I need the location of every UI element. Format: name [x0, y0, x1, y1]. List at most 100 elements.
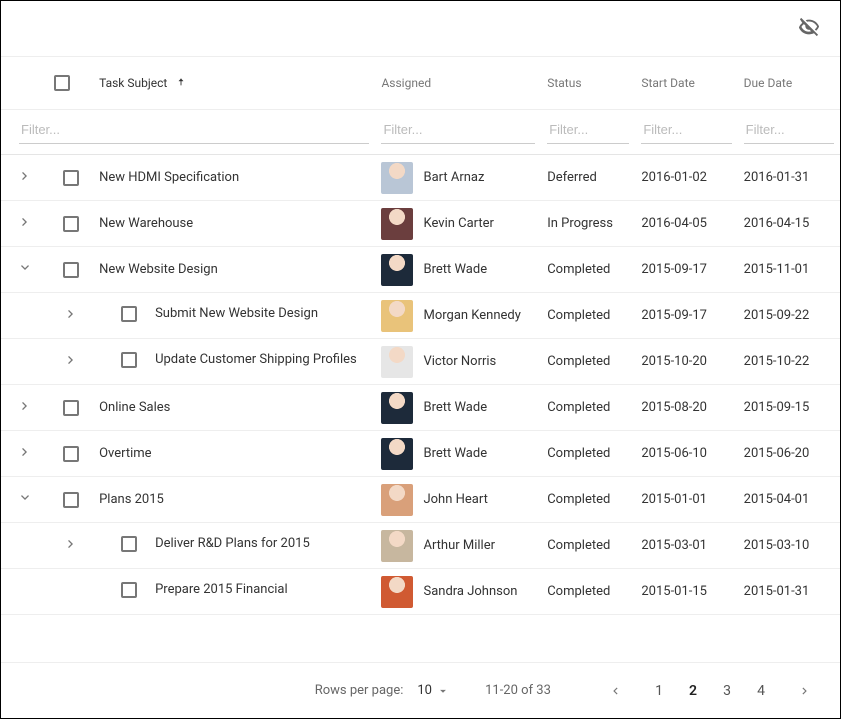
cell-assigned-label: Brett Wade [423, 400, 487, 415]
cell-subject: Submit New Website Design [93, 293, 375, 339]
cell-subject: New HDMI Specification [93, 155, 375, 201]
header-due[interactable]: Due Date [738, 57, 840, 110]
cell-due: 2015-06-20 [738, 431, 840, 477]
dropdown-icon [436, 684, 450, 698]
expand-icon[interactable] [17, 490, 33, 510]
cell-assigned-label: Kevin Carter [423, 216, 493, 231]
cell-subject: Prepare 2015 Financial [93, 569, 375, 615]
table-row: Deliver R&D Plans for 2015 Arthur Miller… [1, 523, 840, 569]
cell-start: 2016-04-05 [635, 201, 737, 247]
cell-start: 2015-06-10 [635, 431, 737, 477]
avatar [381, 162, 413, 194]
cell-due: 2016-04-15 [738, 201, 840, 247]
cell-due: 2015-01-31 [738, 569, 840, 615]
row-checkbox[interactable] [121, 352, 137, 368]
row-checkbox[interactable] [121, 306, 137, 322]
cell-assigned-label: Sandra Johnson [423, 584, 517, 599]
expand-icon[interactable] [17, 398, 33, 418]
expand-icon[interactable] [63, 536, 79, 556]
filter-subject-input[interactable] [19, 116, 369, 144]
row-checkbox[interactable] [63, 446, 79, 462]
table-row: Overtime Brett Wade Completed2015-06-102… [1, 431, 840, 477]
rows-per-page-select[interactable]: 10 [417, 683, 450, 698]
cell-subject-label: Update Customer Shipping Profiles [155, 352, 357, 367]
expand-icon[interactable] [63, 352, 79, 372]
cell-status: Completed [541, 293, 635, 339]
cell-assigned-label: Brett Wade [423, 262, 487, 277]
filter-status-input[interactable] [547, 116, 629, 144]
row-checkbox[interactable] [121, 582, 137, 598]
cell-due: 2015-11-01 [738, 247, 840, 293]
cell-status: Completed [541, 477, 635, 523]
page-button[interactable]: 4 [744, 674, 778, 708]
cell-due: 2016-01-31 [738, 155, 840, 201]
page-button[interactable]: 2 [676, 674, 710, 708]
cell-assigned: Victor Norris [375, 339, 541, 385]
expand-icon[interactable] [17, 260, 33, 280]
expand-icon[interactable] [17, 444, 33, 464]
row-checkbox[interactable] [63, 400, 79, 416]
header-select-all[interactable] [48, 57, 93, 110]
cell-assigned-label: Morgan Kennedy [423, 308, 520, 323]
expand-icon[interactable] [17, 168, 33, 188]
cell-due: 2015-09-22 [738, 293, 840, 339]
avatar [381, 300, 413, 332]
cell-assigned: Morgan Kennedy [375, 293, 541, 339]
next-page-button[interactable] [788, 674, 822, 708]
avatar [381, 346, 413, 378]
cell-subject: Online Sales [93, 385, 375, 431]
cell-assigned: Arthur Miller [375, 523, 541, 569]
avatar [381, 484, 413, 516]
header-subject-label: Task Subject [99, 76, 167, 90]
table-row: Plans 2015 John Heart Completed2015-01-0… [1, 477, 840, 523]
filter-assigned-input[interactable] [381, 116, 535, 144]
cell-assigned-label: Brett Wade [423, 446, 487, 461]
table-row: Prepare 2015 Financial Sandra Johnson Co… [1, 569, 840, 615]
expand-icon[interactable] [63, 306, 79, 326]
cell-subject: Overtime [93, 431, 375, 477]
cell-status: Completed [541, 523, 635, 569]
cell-start: 2015-01-15 [635, 569, 737, 615]
header-status[interactable]: Status [541, 57, 635, 110]
avatar [381, 392, 413, 424]
cell-subject: New Website Design [93, 247, 375, 293]
table-row: New Warehouse Kevin Carter In Progress20… [1, 201, 840, 247]
table-row: New Website Design Brett Wade Completed2… [1, 247, 840, 293]
cell-assigned: Kevin Carter [375, 201, 541, 247]
avatar [381, 576, 413, 608]
row-checkbox[interactable] [63, 262, 79, 278]
filter-start-input[interactable] [641, 116, 731, 144]
app-frame: Task Subject Assigned Status Start Date … [0, 0, 841, 719]
visibility-off-icon[interactable] [798, 16, 820, 42]
table-row: Online Sales Brett Wade Completed2015-08… [1, 385, 840, 431]
cell-status: Deferred [541, 155, 635, 201]
row-checkbox[interactable] [63, 170, 79, 186]
cell-start: 2015-10-20 [635, 339, 737, 385]
cell-status: Completed [541, 569, 635, 615]
header-subject[interactable]: Task Subject [93, 57, 375, 110]
prev-page-button[interactable] [598, 674, 632, 708]
row-checkbox[interactable] [63, 492, 79, 508]
page-button[interactable]: 1 [642, 674, 676, 708]
header-assigned[interactable]: Assigned [375, 57, 541, 110]
filter-due-input[interactable] [744, 116, 834, 144]
cell-start: 2015-09-17 [635, 293, 737, 339]
page-range: 11-20 of 33 [478, 683, 558, 698]
avatar [381, 254, 413, 286]
cell-status: Completed [541, 339, 635, 385]
cell-start: 2016-01-02 [635, 155, 737, 201]
cell-assigned: Brett Wade [375, 385, 541, 431]
header-start[interactable]: Start Date [635, 57, 737, 110]
page-button[interactable]: 3 [710, 674, 744, 708]
pager: Rows per page: 10 11-20 of 33 1234 [1, 662, 840, 718]
row-checkbox[interactable] [63, 216, 79, 232]
cell-subject: Plans 2015 [93, 477, 375, 523]
expand-icon[interactable] [17, 214, 33, 234]
cell-status: Completed [541, 431, 635, 477]
rows-per-page-value: 10 [417, 683, 432, 698]
cell-start: 2015-09-17 [635, 247, 737, 293]
row-checkbox[interactable] [121, 536, 137, 552]
cell-subject-label: Submit New Website Design [155, 306, 318, 321]
cell-due: 2015-09-15 [738, 385, 840, 431]
checkbox-icon [54, 75, 70, 91]
